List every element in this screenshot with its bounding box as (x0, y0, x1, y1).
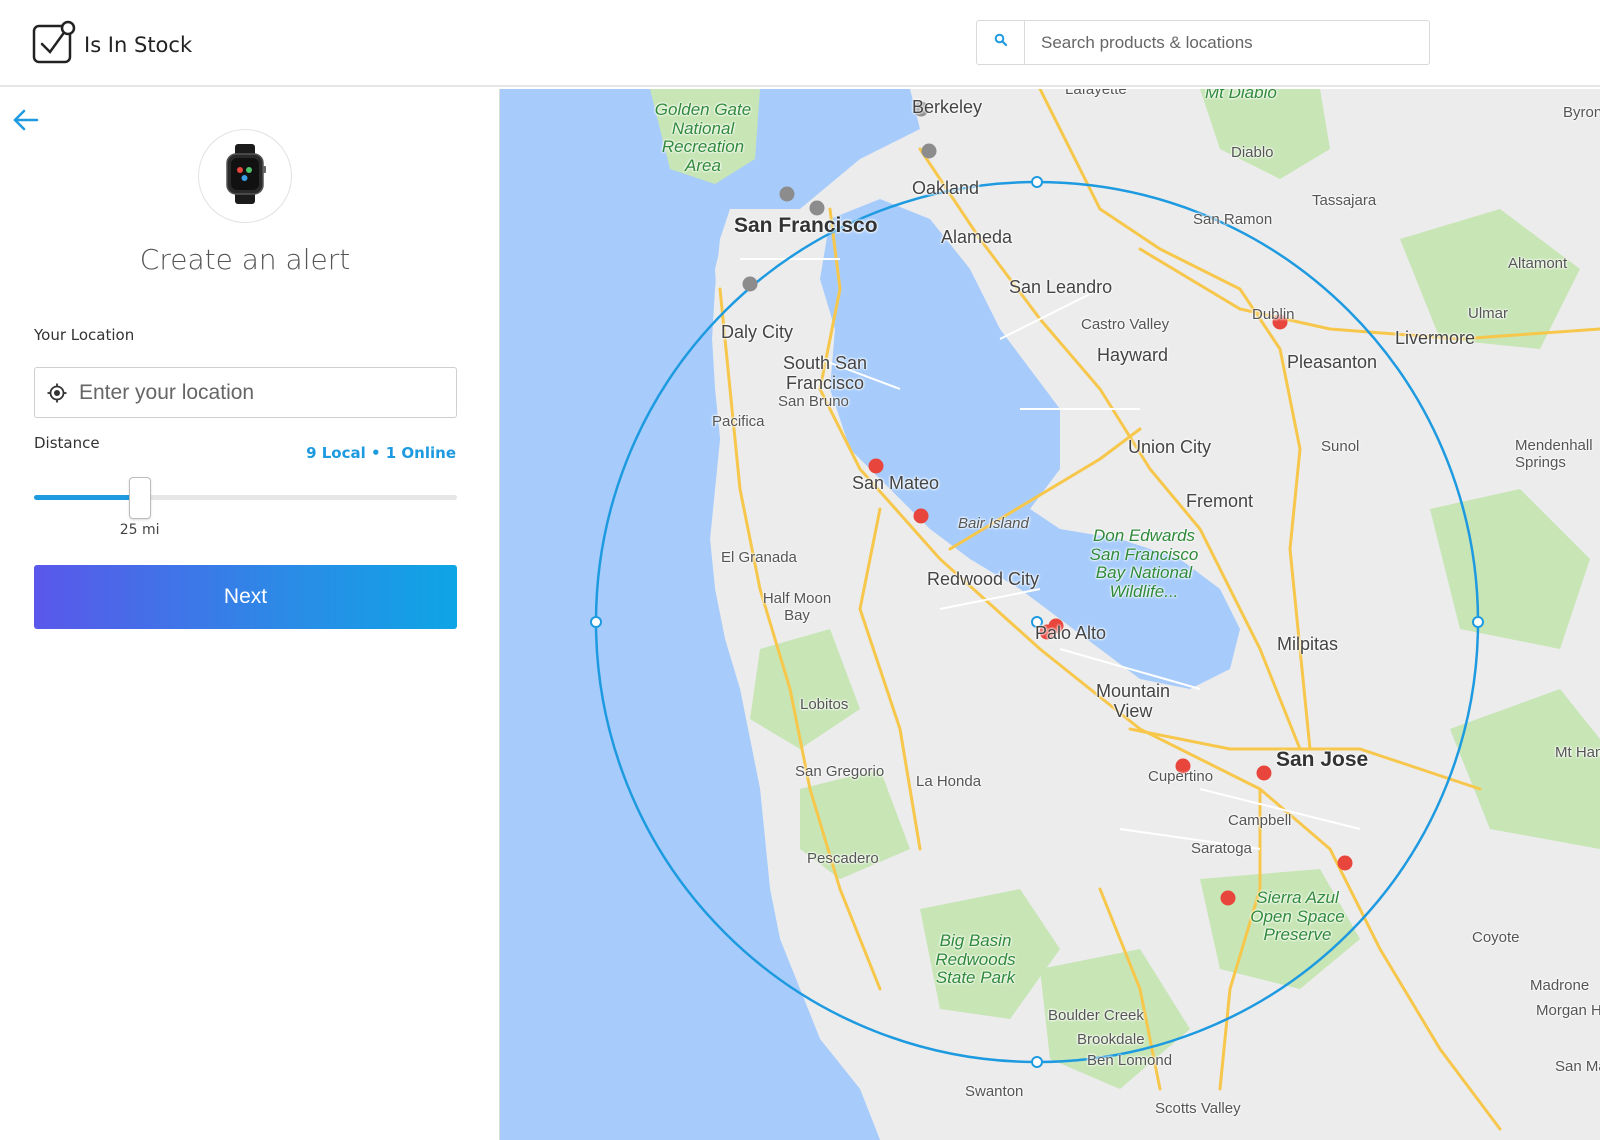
map-label: Milpitas (1277, 634, 1339, 654)
map-label: Pleasanton (1287, 352, 1378, 372)
map-label: San Jose (1276, 748, 1369, 771)
map-label: San Francisco (734, 214, 878, 237)
location-label: Your Location (34, 326, 135, 344)
top-header: Is In Stock (0, 0, 1600, 87)
map-label: La Honda (916, 773, 982, 790)
map-label: Don Edwards San Francisco Bay National W… (1089, 526, 1199, 602)
map-label: Boulder Creek (1048, 1007, 1144, 1024)
map-label: Mt Hamilton (1555, 744, 1600, 761)
map-label: Hayward (1097, 345, 1169, 365)
store-pin (913, 508, 929, 524)
map-label: Pescadero (807, 850, 879, 867)
map-label: Diablo (1231, 144, 1274, 161)
map-label: Lafayette (1065, 89, 1127, 98)
search-button[interactable] (977, 21, 1025, 64)
map-label: Cupertino (1148, 768, 1214, 785)
map-label: Scotts Valley (1155, 1100, 1241, 1117)
store-pin (779, 186, 795, 202)
distance-slider-track[interactable] (34, 495, 457, 500)
product-image (198, 129, 292, 223)
map-label: Ben Lomond (1087, 1052, 1173, 1069)
search-icon (994, 33, 1008, 52)
map-label: Redwood City (927, 569, 1040, 589)
distance-label: Distance (34, 434, 100, 452)
map-label: Altamont (1508, 255, 1568, 272)
checkbox-logo-icon (32, 20, 76, 66)
map-label: Morgan Hill (1536, 1002, 1600, 1019)
radius-handle (1031, 1056, 1043, 1068)
app-name: Is In Stock (84, 33, 193, 57)
map-label: El Granada (721, 549, 797, 566)
map-label: Ulmar (1468, 305, 1508, 322)
map-label: Brookdale (1077, 1031, 1145, 1048)
map-label: Union City (1128, 437, 1212, 457)
page-title: Create an alert (139, 243, 351, 276)
search-input[interactable] (1025, 21, 1429, 64)
map-label: Coyote (1472, 929, 1520, 946)
smartwatch-image (220, 143, 270, 209)
radius-handle (1031, 176, 1043, 188)
map-label: Sierra Azul Open Space Preserve (1250, 888, 1345, 945)
map-label: San Gregorio (795, 763, 885, 780)
store-pin (1337, 855, 1353, 871)
map-label: San Mateo (852, 473, 940, 493)
map-label: Mountain View (1095, 681, 1171, 721)
radius-handle (1472, 616, 1484, 628)
map-label: Palo Alto (1035, 623, 1107, 643)
map-label: San Bruno (778, 393, 849, 410)
map-label: Castro Valley (1081, 316, 1170, 333)
map-label: Madrone (1530, 977, 1590, 994)
store-pin (1220, 890, 1236, 906)
map-label: Saratoga (1191, 840, 1252, 857)
map-canvas (500, 89, 1600, 1140)
logo[interactable]: Is In Stock (32, 20, 192, 66)
map-label: Half Moon Bay (762, 590, 832, 624)
store-pin (1256, 765, 1272, 781)
map-label: Big Basin Redwoods State Park (935, 931, 1016, 988)
map-label: Tassajara (1312, 192, 1377, 209)
map-label: Alameda (941, 227, 1013, 247)
map-label: Sunol (1321, 438, 1360, 455)
map-label: South San Francisco (782, 353, 868, 393)
distance-slider-fill (34, 495, 140, 500)
map-label: San Martin (1555, 1058, 1600, 1075)
map[interactable]: Lafayette Mt Diablo Byron Golden Gate Na… (500, 89, 1600, 1140)
next-button[interactable]: Next (34, 565, 457, 629)
map-label: Fremont (1186, 491, 1254, 511)
map-label: Livermore (1395, 328, 1476, 348)
availability-count[interactable]: 9 Local • 1 Online (306, 444, 456, 462)
radius-handle (590, 616, 602, 628)
store-pin (868, 458, 884, 474)
distance-value: 25 mi (119, 522, 160, 538)
map-label: Byron (1563, 104, 1600, 121)
map-label: Bair Island (958, 515, 1029, 532)
location-field[interactable] (34, 367, 457, 418)
map-label: San Ramon (1193, 211, 1273, 228)
crosshair-icon[interactable] (47, 383, 67, 403)
arrow-left-icon[interactable] (12, 107, 40, 133)
map-label: Swanton (965, 1083, 1024, 1100)
map-label: Pacifica (712, 413, 765, 430)
distance-slider-handle[interactable] (128, 477, 151, 519)
map-label: Campbell (1228, 812, 1292, 829)
map-label: San Leandro (1009, 277, 1113, 297)
map-label: Daly City (721, 322, 794, 342)
map-label: Dublin (1252, 306, 1295, 323)
map-label: Oakland (912, 178, 980, 198)
store-pin (921, 143, 937, 159)
alert-panel: Create an alert Your Location Distance 9… (0, 89, 500, 1140)
map-label: Berkeley (912, 97, 983, 117)
location-input[interactable] (79, 380, 456, 405)
map-label: Mendenhall Springs (1515, 437, 1593, 471)
search-bar (976, 20, 1430, 65)
map-label: Golden Gate National Recreation Area (654, 100, 752, 176)
map-label: Mt Diablo (1205, 89, 1277, 102)
map-label: Lobitos (800, 696, 849, 713)
store-pin (742, 276, 758, 292)
